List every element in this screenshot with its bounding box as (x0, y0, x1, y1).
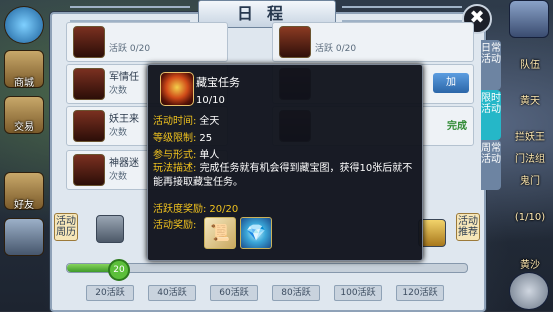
milestone-label[interactable]: 100活跃 (334, 285, 382, 301)
chat-icon[interactable] (4, 218, 44, 256)
activity-info: 活跃 0/20 (315, 44, 357, 54)
chest-icon[interactable] (96, 215, 124, 243)
activity-info: 次数 (109, 86, 128, 96)
activity-info: 次数 (109, 128, 128, 138)
shop-label: 商城 (14, 78, 34, 89)
activity-time-value: 全天 (199, 116, 220, 127)
right-sidebar: 队伍 黄天 拦妖王 门法组 鬼门 (1/10) 黄沙 (505, 0, 553, 311)
milestone-label[interactable]: 80活跃 (272, 285, 320, 301)
left-sidebar: 商城 交易 好友 (0, 0, 56, 311)
milestone-label[interactable]: 60活跃 (210, 285, 258, 301)
activity-reward-value: 20/20 (209, 204, 239, 215)
level-limit-row: 等级限制: 25 (153, 129, 212, 144)
title-ornament-right (342, 6, 462, 22)
boss-label: 拦妖王 (515, 132, 545, 143)
friend-label: 好友 (14, 200, 34, 211)
round-menu-icon[interactable] (4, 6, 44, 44)
level-limit-value: 25 (199, 133, 213, 144)
sect-label: 门法组 (515, 154, 545, 165)
join-button[interactable]: 加 (433, 73, 469, 93)
tab-daily[interactable]: 日常活动 (481, 40, 501, 90)
level-limit-label: 等级限制: (153, 133, 197, 144)
crystal-icon[interactable]: 💎 (240, 217, 272, 249)
treasure-quest-icon (160, 72, 194, 106)
milestone-label[interactable]: 120活跃 (396, 285, 444, 301)
activity-progress-knob: 20 (108, 259, 130, 281)
progress-label: (1/10) (514, 212, 546, 223)
milestone-label[interactable]: 20活跃 (86, 285, 134, 301)
participation-label: 参与形式: (153, 150, 197, 161)
tab-weekly[interactable]: 周常活动 (481, 140, 501, 190)
completed-badge: 完成 (447, 121, 467, 132)
activity-reward-label: 活跃度奖励: (153, 204, 207, 215)
activity-name: 军情任 (109, 72, 139, 83)
activity-icon (279, 26, 311, 58)
activity-time-row: 活动时间: 全天 (153, 112, 219, 127)
activity-time-label: 活动时间: (153, 116, 197, 127)
tab-limited[interactable]: 限时活动 (481, 90, 501, 140)
activity-icon (73, 154, 105, 186)
activity-detail-popup: 藏宝任务 10/10 活动时间: 全天 等级限制: 25 参与形式: 单人 玩法描述:… (147, 64, 423, 261)
activity-progress-bar: 20 (66, 259, 468, 281)
participation-value: 单人 (199, 150, 220, 161)
quest-label: 黄天 (520, 96, 540, 107)
team-label: 队伍 (520, 60, 540, 71)
activity-name: 神器迷 (109, 158, 139, 169)
trade-label: 交易 (14, 122, 34, 133)
participation-row: 参与形式: 单人 (153, 146, 219, 161)
activity-calendar-button[interactable]: 活动周历 (54, 213, 78, 241)
activity-row[interactable]: 活跃 0/20 (66, 22, 228, 62)
activity-icon (73, 26, 105, 58)
activity-name: 妖王来 (109, 114, 139, 125)
sand-label: 黄沙 (520, 260, 540, 271)
joystick-icon[interactable] (509, 272, 549, 310)
activity-reward-row: 活跃度奖励: 20/20 (153, 200, 238, 215)
activity-row[interactable]: 活跃 0/20 (272, 22, 474, 62)
reward-label: 活动奖励: (153, 220, 197, 231)
popup-title: 藏宝任务 (196, 76, 240, 89)
reward-row: 活动奖励: (153, 216, 196, 231)
activity-recommend-button[interactable]: 活动推荐 (456, 213, 480, 241)
milestone-label[interactable]: 40活跃 (148, 285, 196, 301)
title-ornament-left (70, 6, 190, 22)
treasure-map-icon[interactable]: 📜 (204, 217, 236, 249)
popup-count: 10/10 (196, 95, 225, 106)
activity-info: 次数 (109, 172, 128, 182)
gameplay-description: 玩法描述: 完成任务就有机会得到藏宝图，获得10张后就不能再接取藏宝任务。 (153, 162, 415, 190)
activity-icon (73, 110, 105, 142)
ghost-label: 鬼门 (520, 176, 540, 187)
description-label: 玩法描述: (153, 163, 197, 174)
activity-icon (73, 68, 105, 100)
activity-info: 活跃 0/20 (109, 44, 151, 54)
team-icon[interactable] (509, 0, 549, 38)
